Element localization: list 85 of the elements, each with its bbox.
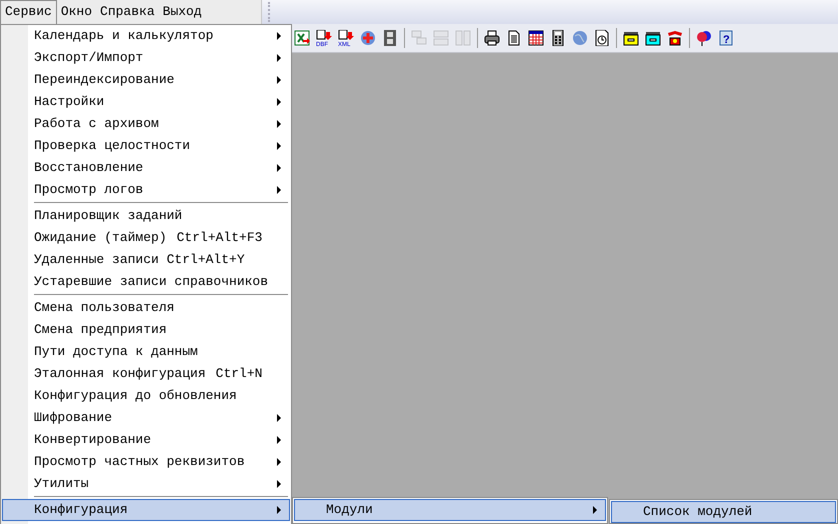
- submenu-arrow-icon: [277, 186, 281, 194]
- menu-item[interactable]: Восстановление: [2, 157, 290, 179]
- telephone-icon: [667, 30, 683, 46]
- menu-item[interactable]: Окно: [56, 0, 96, 24]
- menu-item[interactable]: Конфигурация: [2, 499, 290, 521]
- menu-item[interactable]: Устаревшие записи справочников: [2, 271, 290, 293]
- submenu-arrow-icon: [277, 480, 281, 488]
- document-icon: [506, 30, 522, 46]
- menu-item-label: Ожидание (таймер): [34, 229, 167, 248]
- menu-item[interactable]: Шифрование: [2, 407, 290, 429]
- menu-item[interactable]: Просмотр логов: [2, 179, 290, 201]
- menu-item-label: Утилиты: [34, 475, 89, 494]
- submenu-arrow-icon: [277, 32, 281, 40]
- menu-item-label: Проверка целостности: [34, 137, 190, 156]
- menu-item-label: Переиндексирование: [34, 71, 174, 90]
- menu-item[interactable]: Смена пользователя: [2, 297, 290, 319]
- menu-item-label: Шифрование: [34, 409, 112, 428]
- menu-item[interactable]: Экспорт/Импорт: [2, 47, 290, 69]
- menu-item[interactable]: Модули: [294, 499, 606, 521]
- menu-item-label: Смена пользователя: [34, 299, 174, 318]
- menu-item-label: Экспорт/Импорт: [34, 49, 144, 68]
- menu-item[interactable]: Конвертирование: [2, 429, 290, 451]
- menu-item[interactable]: Удаленные записи Ctrl+Alt+Y: [2, 249, 290, 271]
- tile-horizontal-icon: [433, 30, 449, 46]
- submenu-arrow-icon: [277, 414, 281, 422]
- spreadsheet-icon: [294, 30, 310, 46]
- menu-item-label: Эталонная конфигурация: [34, 365, 206, 384]
- menu-item-label: Смена предприятия: [34, 321, 167, 340]
- menu-item[interactable]: Эталонная конфигурация Ctrl+N: [2, 363, 290, 385]
- menu-item[interactable]: Работа с архивом: [2, 113, 290, 135]
- cascade-windows-icon: [411, 30, 427, 46]
- menu-item-label: Список модулей: [643, 503, 752, 522]
- menu-item-label: Конфигурация: [34, 501, 128, 520]
- menu-item[interactable]: Список модулей: [611, 501, 836, 523]
- menu-item[interactable]: Справка: [96, 0, 159, 24]
- film-icon: [382, 30, 398, 46]
- balloons-icon: [696, 30, 712, 46]
- tile-vertical-icon: [455, 30, 471, 46]
- plus-circle-icon: [360, 30, 376, 46]
- menu-item-label: Календарь и калькулятор: [34, 27, 214, 46]
- menu-item[interactable]: Конфигурация до обновления: [2, 385, 290, 407]
- submenu-arrow-icon: [277, 142, 281, 150]
- menu-item-label: Восстановление: [34, 159, 144, 178]
- clock-icon: [594, 30, 610, 46]
- menu-item[interactable]: Сервис: [0, 0, 57, 24]
- menu-item-label: Удаленные записи Ctrl+Alt+Y: [34, 251, 245, 270]
- submenu-arrow-icon: [277, 54, 281, 62]
- menu-item-label: Устаревшие записи справочников: [34, 273, 268, 292]
- submenu-arrow-icon: [277, 506, 281, 514]
- menu-item[interactable]: Выход: [158, 0, 206, 24]
- menu-item[interactable]: Настройки: [2, 91, 290, 113]
- menu-item[interactable]: Календарь и калькулятор: [2, 25, 290, 47]
- calendar-icon: [528, 30, 544, 46]
- shortcut-label: Ctrl+N: [216, 365, 262, 384]
- menu-item-label: Просмотр логов: [34, 181, 144, 200]
- menu-item[interactable]: Переиндексирование: [2, 69, 290, 91]
- menu-item-label: Конфигурация до обновления: [34, 387, 237, 406]
- submenu-arrow-icon: [277, 76, 281, 84]
- calculator-icon: [550, 30, 566, 46]
- submenu-arrow-icon: [277, 436, 281, 444]
- menu-item[interactable]: Пути доступа к данным: [2, 341, 290, 363]
- menu-item[interactable]: Утилиты: [2, 473, 290, 495]
- menu-item[interactable]: Смена предприятия: [2, 319, 290, 341]
- file-drawer-icon: [645, 30, 661, 46]
- menu-item-label: Модули: [326, 501, 373, 520]
- menu-item[interactable]: Просмотр частных реквизитов: [2, 451, 290, 473]
- submenu-arrow-icon: [593, 506, 597, 514]
- menu-item-label: Конвертирование: [34, 431, 152, 450]
- menu-item-label: Настройки: [34, 93, 104, 112]
- submenu-arrow-icon: [277, 458, 281, 466]
- submenu-arrow-icon: [277, 164, 281, 172]
- shortcut-label: Ctrl+Alt+F3: [176, 229, 262, 248]
- menu-item[interactable]: Проверка целостности: [2, 135, 290, 157]
- menu-item[interactable]: Ожидание (таймер) Ctrl+Alt+F3: [2, 227, 290, 249]
- file-drawer-icon: [623, 30, 639, 46]
- printer-icon: [484, 30, 500, 46]
- submenu-arrow-icon: [277, 120, 281, 128]
- menu-item[interactable]: Планировщик заданий: [2, 205, 290, 227]
- menu-item-label: Просмотр частных реквизитов: [34, 453, 245, 472]
- globe-icon: [572, 30, 588, 46]
- menu-item-label: Планировщик заданий: [34, 207, 182, 226]
- menu-item-label: Пути доступа к данным: [34, 343, 198, 362]
- toolbar-grip[interactable]: [268, 2, 272, 22]
- menu-item-label: Работа с архивом: [34, 115, 159, 134]
- submenu-arrow-icon: [277, 98, 281, 106]
